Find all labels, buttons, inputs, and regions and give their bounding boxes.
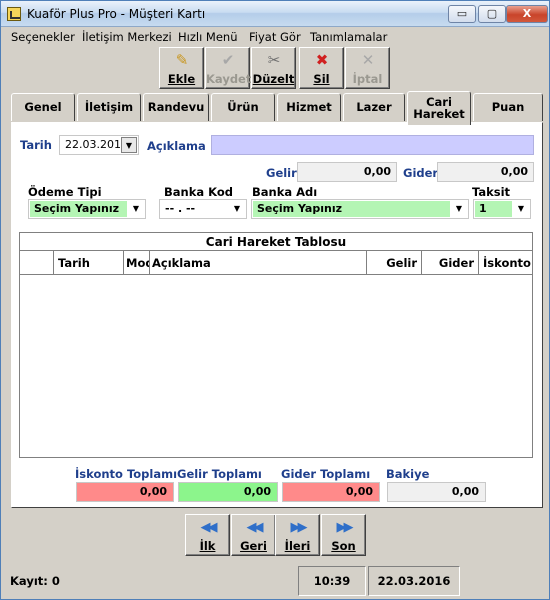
taksit-value: 1 [475,201,512,217]
add-button[interactable]: ✎ Ekle [159,47,204,89]
tab-genel[interactable]: Genel [11,93,75,121]
delete-button[interactable]: ✖ Sil [299,47,344,89]
banka-adi-value: Seçim Yapınız [253,201,450,217]
banka-kod-label: Banka Kod [164,185,233,199]
delete-button-label: Sil [313,72,330,86]
edit-button[interactable]: ✂ Düzelt [251,47,296,89]
double-right-arrow-icon: ▶▶ [336,520,354,535]
tarih-label: Tarih [20,138,52,152]
tools-icon: ✂ [267,51,281,69]
chevron-down-icon[interactable]: ▼ [513,201,529,217]
column-header-select[interactable] [20,251,54,275]
prev-button-label: Geri [240,539,267,553]
column-header-aciklama[interactable]: Açıklama [150,251,367,275]
cari-hareket-table[interactable]: Cari Hareket Tablosu Tarih Mod Açıklama … [19,232,533,458]
bakiye-value: 0,00 [387,482,486,502]
first-record-button[interactable]: ◀◀ İlk [185,514,230,556]
odeme-tipi-value: Seçim Yapınız [30,201,127,217]
gelir-label: Gelir [266,166,297,180]
banka-adi-label: Banka Adı [252,185,318,199]
aciklama-input[interactable] [211,135,534,155]
gider-total-label: Gider Toplamı [281,467,371,481]
delete-x-icon: ✖ [315,51,329,69]
chevron-down-icon[interactable]: ▼ [451,201,467,217]
chevron-down-icon[interactable]: ▼ [128,201,144,217]
first-button-label: İlk [199,539,216,553]
double-left-arrow-icon: ◀◀ [200,520,218,535]
taksit-label: Taksit [472,185,511,199]
save-button-label: Kaydet [206,72,252,86]
column-header-gelir[interactable]: Gelir [367,251,422,275]
edit-button-label: Düzelt [252,72,295,86]
taksit-select[interactable]: 1 ▼ [473,199,531,219]
tab-iletisim[interactable]: İletişim [77,93,141,121]
table-header: Tarih Mod Açıklama Gelir Gider İskonto [20,251,532,275]
cancel-button-label: İptal [352,72,383,86]
gider-field[interactable]: 0,00 [437,162,534,182]
record-count: Kayıt: 0 [10,574,60,588]
tab-hizmet[interactable]: Hizmet [277,93,341,121]
status-date: 22.03.2016 [368,566,460,596]
title-bar: Kuaför Plus Pro - Müşteri Kartı ▭ ▢ X [1,1,549,27]
status-bar: Kayıt: 0 10:39 22.03.2016 [2,564,549,599]
gelir-total-label: Gelir Toplamı [177,467,262,481]
banka-adi-select[interactable]: Seçim Yapınız ▼ [251,199,469,219]
chevron-down-icon[interactable]: ▼ [229,201,245,217]
column-header-iskonto[interactable]: İskonto [479,251,532,275]
cancel-button[interactable]: ✕ İptal [345,47,390,89]
last-record-button[interactable]: ▶▶ Son [321,514,366,556]
tab-urun-satis[interactable]: Ürün Satış [211,93,275,140]
next-record-button[interactable]: ▶▶ İleri [275,514,320,556]
next-button-label: İleri [284,539,311,553]
column-header-mod[interactable]: Mod [124,251,150,275]
checkmark-icon: ✔ [221,51,235,69]
cancel-x-icon: ✕ [361,51,375,69]
tab-cari-hareket[interactable]: Cari Hareket [407,91,471,125]
tarih-value: 22.03.2016 [65,138,128,151]
gelir-field[interactable]: 0,00 [297,162,397,182]
banka-kod-select[interactable]: -- . -- ▼ [159,199,247,219]
add-button-label: Ekle [167,72,196,86]
iskonto-total-label: İskonto Toplamı [75,467,178,481]
window-title: Kuaför Plus Pro - Müşteri Kartı [27,7,206,21]
bakiye-label: Bakiye [386,467,430,481]
gelir-total-value: 0,00 [178,482,278,502]
table-title: Cari Hareket Tablosu [20,233,532,251]
left-arrow-icon: ◀◀ [246,520,264,535]
menu-bar: Seçenekler İletişim Merkezi Hızlı Menü F… [2,28,549,46]
close-button[interactable]: X [506,5,548,23]
menu-iletisim-merkezi[interactable]: İletişim Merkezi [82,30,172,44]
right-arrow-icon: ▶▶ [290,520,308,535]
gider-total-value: 0,00 [282,482,380,502]
app-window: Kuaför Plus Pro - Müşteri Kartı ▭ ▢ X Se… [0,0,550,600]
menu-secenekler[interactable]: Seçenekler [11,30,75,44]
column-header-gider[interactable]: Gider [422,251,479,275]
chevron-down-icon[interactable]: ▼ [121,137,137,153]
tab-randevu[interactable]: Randevu [143,93,209,121]
app-icon [7,7,21,21]
odeme-tipi-label: Ödeme Tipi [28,185,102,199]
menu-hizli-menu[interactable]: Hızlı Menü [178,30,238,44]
tarih-date-picker[interactable]: 22.03.2016 ▼ [59,135,139,155]
banka-kod-value: -- . -- [165,202,196,215]
iskonto-total-value: 0,00 [76,482,174,502]
odeme-tipi-select[interactable]: Seçim Yapınız ▼ [28,199,146,219]
tab-puan[interactable]: Puan [473,93,543,121]
aciklama-label: Açıklama [147,139,206,153]
menu-tanimlamalar[interactable]: Tanımlamalar [310,30,387,44]
pencil-icon: ✎ [175,51,189,69]
column-header-tarih[interactable]: Tarih [54,251,124,275]
minimize-button[interactable]: ▭ [448,5,476,23]
maximize-button[interactable]: ▢ [478,5,506,23]
last-button-label: Son [331,539,356,553]
tab-lazer[interactable]: Lazer [343,93,405,121]
previous-record-button[interactable]: ◀◀ Geri [231,514,276,556]
status-time: 10:39 [298,566,366,596]
menu-fiyat-gor[interactable]: Fiyat Gör [249,30,301,44]
save-button[interactable]: ✔ Kaydet [205,47,252,89]
gider-label: Gider [403,166,439,180]
